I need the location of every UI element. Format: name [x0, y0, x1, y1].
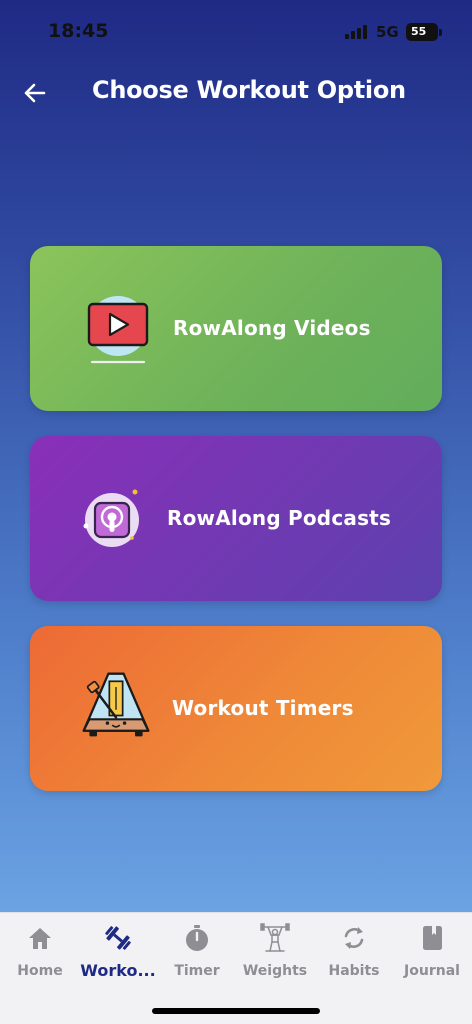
workout-timers-label: Workout Timers [172, 696, 354, 720]
podcast-icon [83, 489, 139, 547]
rowalong-videos-label: RowAlong Videos [173, 316, 371, 340]
battery-icon: 55 [406, 23, 438, 41]
tab-workout[interactable]: Worko... [79, 921, 157, 983]
tab-workout-label: Worko... [80, 961, 156, 980]
page-title: Choose Workout Option [92, 76, 406, 104]
rowalong-podcasts-label: RowAlong Podcasts [167, 506, 392, 530]
tab-home[interactable]: Home [1, 921, 79, 983]
tab-weights-label: Weights [242, 963, 308, 979]
dumbbell-icon [105, 926, 131, 950]
refresh-icon [344, 927, 364, 949]
tab-home-label: Home [17, 963, 63, 979]
battery-cap [439, 29, 442, 36]
tab-timer[interactable]: Timer [158, 921, 236, 983]
weightlifter-icon [260, 923, 290, 952]
arrow-left-icon [24, 83, 46, 103]
signal-icon [345, 25, 369, 39]
status-time: 18:45 [48, 20, 109, 42]
stopwatch-icon [186, 925, 208, 951]
home-icon [29, 928, 51, 949]
metronome-icon [82, 672, 150, 737]
rowalong-videos-card[interactable]: RowAlong Videos [30, 246, 442, 411]
journal-icon [423, 926, 442, 950]
workout-timers-card[interactable]: Workout Timers [30, 626, 442, 791]
tab-habits-label: Habits [328, 963, 380, 979]
tab-journal-label: Journal [404, 963, 460, 979]
tab-timer-label: Timer [174, 963, 220, 979]
status-bar: 18:45 5G 55 [0, 0, 472, 62]
back-button[interactable] [18, 76, 52, 110]
network-type: 5G [376, 23, 399, 41]
tab-habits[interactable]: Habits [315, 921, 393, 983]
video-play-icon [87, 296, 149, 364]
tab-weights[interactable]: Weights [236, 921, 314, 983]
home-indicator [152, 1008, 320, 1014]
rowalong-podcasts-card[interactable]: RowAlong Podcasts [30, 436, 442, 601]
screen-background: 18:45 5G 55 Choose Workout Option RowAlo… [0, 0, 472, 912]
tab-journal[interactable]: Journal [393, 921, 471, 983]
